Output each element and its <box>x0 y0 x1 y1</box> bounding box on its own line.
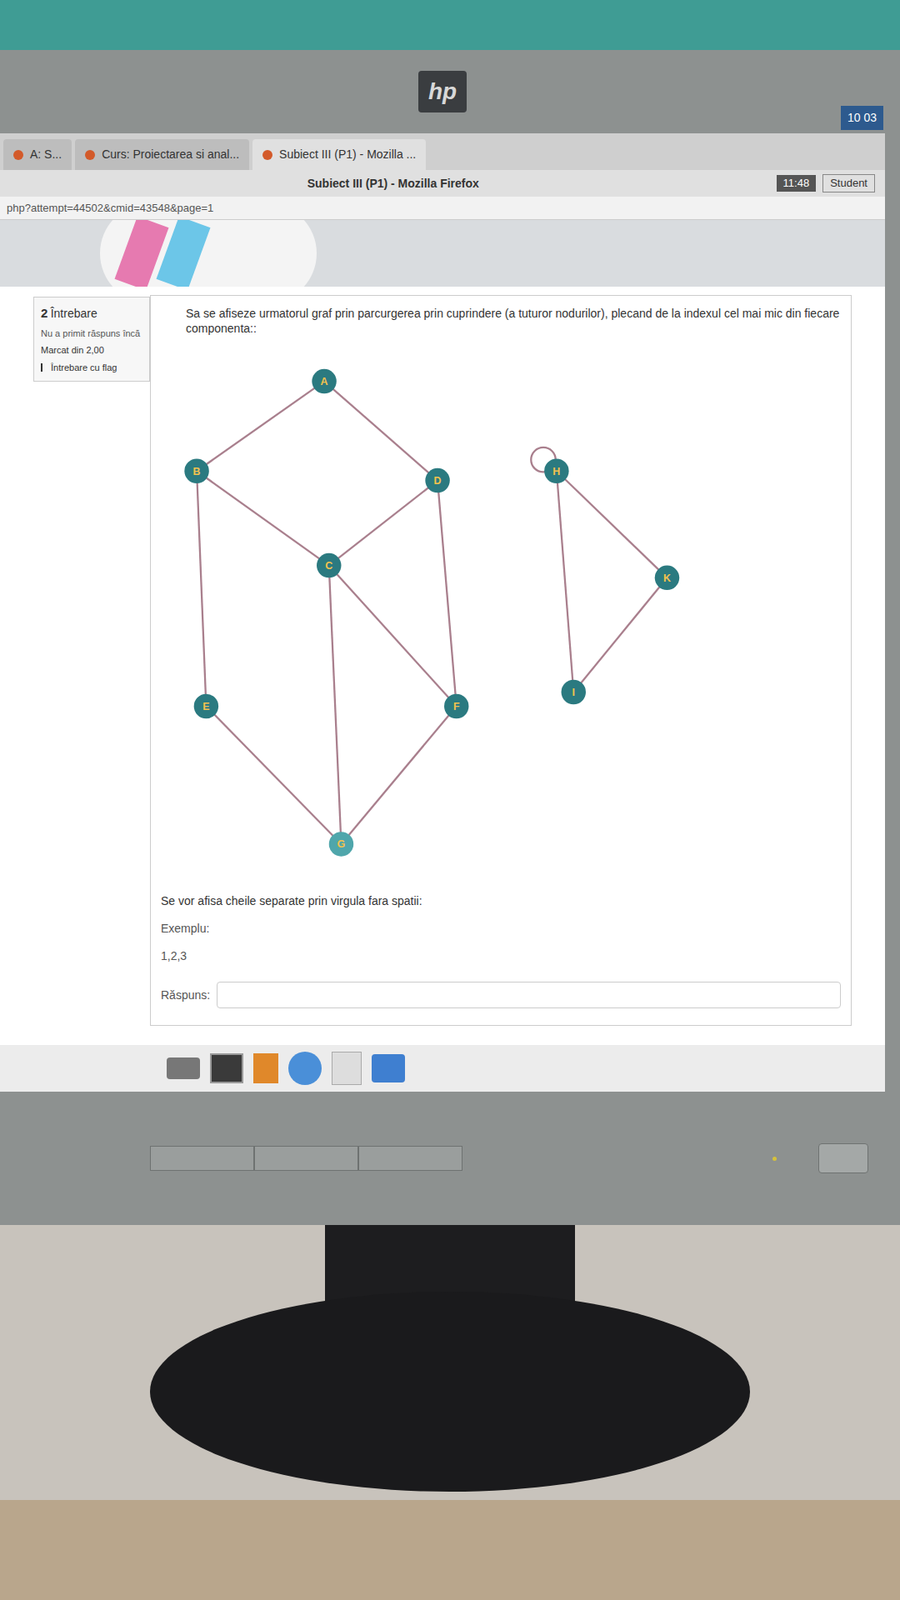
question-text: Sa se afiseze urmatorul graf prin parcur… <box>160 305 841 336</box>
svg-text:H: H <box>552 465 560 478</box>
taskbar <box>0 1045 885 1092</box>
title-bar: Subiect III (P1) - Mozilla Firefox11:48 S… <box>0 170 885 197</box>
flag-icon <box>40 363 48 372</box>
graph-node: H <box>544 459 569 484</box>
graph-edge <box>556 471 668 579</box>
firefox-icon <box>85 150 95 160</box>
clock: 11:48 <box>776 175 817 192</box>
graph-edge <box>196 381 325 472</box>
graph-node: K <box>655 565 680 590</box>
graph-edge <box>329 565 457 707</box>
graph-node: F <box>444 694 469 719</box>
brand-logo: hp <box>418 70 467 113</box>
graph-edge <box>329 480 438 566</box>
window-title: Subiect III (P1) - Mozilla Firefox <box>10 175 777 193</box>
example: 1,2,3 <box>160 947 841 965</box>
page-banner <box>0 220 885 287</box>
graph-edge <box>556 471 574 693</box>
graph-edge <box>329 565 342 845</box>
browser-tab[interactable]: Subiect III (P1) - Mozilla ... <box>252 139 426 170</box>
graph-node: D <box>425 468 450 493</box>
flag-button[interactable]: Întrebare cu flag <box>40 360 143 375</box>
folder-icon[interactable] <box>371 1054 405 1083</box>
answer-label: Răspuns: <box>160 986 210 1005</box>
search-icon[interactable] <box>331 1051 362 1085</box>
power-led-icon <box>772 1156 777 1161</box>
corner-badge: 10 03 <box>840 105 884 130</box>
svg-text:K: K <box>663 572 671 585</box>
graph-edge <box>196 471 206 707</box>
page-content: 2 ÎntrebareNu a primit răspuns încăMarca… <box>0 286 885 1045</box>
user-label: Student <box>822 174 875 193</box>
monitor-button[interactable] <box>254 1145 359 1171</box>
graph-node: B <box>184 459 209 484</box>
svg-text:B: B <box>193 465 201 478</box>
desktop-icon[interactable] <box>166 1057 200 1080</box>
url-bar[interactable]: php?attempt=44502&cmid=43548&page=1 <box>0 196 885 220</box>
example-label: Exemplu: <box>160 920 841 938</box>
browser-tab[interactable]: Curs: Proiectarea si anal... <box>75 139 250 170</box>
screen: A: S...Curs: Proiectarea si anal...Subie… <box>0 133 885 1092</box>
firefox-icon <box>13 150 24 160</box>
graph-node: E <box>194 694 219 719</box>
question-box: Sa se afiseze urmatorul graf prin parcur… <box>150 295 852 1026</box>
monitor: hp 10 03 A: S...Curs: Proiectarea si anal.… <box>0 50 900 1225</box>
graph-node: I <box>561 680 586 705</box>
graph-node: C <box>316 553 341 578</box>
tab-bar: A: S...Curs: Proiectarea si anal...Subie… <box>0 133 885 170</box>
graph-edge <box>205 706 341 845</box>
desk-surface <box>0 1500 900 1600</box>
svg-text:F: F <box>453 700 460 713</box>
svg-text:G: G <box>337 839 346 851</box>
monitor-button[interactable] <box>150 1145 255 1171</box>
answer-field[interactable] <box>216 981 841 1009</box>
terminal-icon[interactable] <box>210 1053 244 1084</box>
monitor-button[interactable] <box>358 1145 463 1171</box>
graph-edge <box>196 471 330 566</box>
question-info: 2 ÎntrebareNu a primit răspuns încăMarca… <box>33 296 150 382</box>
firefox-icon <box>262 150 273 160</box>
desk-area <box>0 1225 900 1600</box>
power-button[interactable] <box>818 1143 869 1174</box>
bezel-top: hp 10 03 <box>0 50 885 134</box>
svg-text:C: C <box>325 560 333 573</box>
svg-text:I: I <box>572 686 575 699</box>
browser-icon[interactable] <box>288 1051 322 1085</box>
svg-text:E: E <box>202 700 210 713</box>
instructions: Se vor afisa cheile separate prin virgul… <box>160 892 841 910</box>
graph-edge <box>324 381 438 481</box>
monitor-base <box>150 1291 750 1492</box>
browser-tab[interactable]: A: S... <box>3 139 72 170</box>
graph-edge <box>340 706 456 845</box>
svg-text:A: A <box>320 376 329 389</box>
bezel-bottom <box>0 1091 885 1225</box>
graph-edge <box>437 480 457 707</box>
graph-node: G <box>329 832 354 857</box>
graph-diagram: A B D C E F G H K I <box>160 335 841 886</box>
notes-icon[interactable] <box>253 1053 279 1084</box>
window-background <box>0 0 900 50</box>
graph-node: A <box>311 369 336 394</box>
graph-edge <box>573 578 667 693</box>
svg-text:D: D <box>434 475 442 488</box>
photo-scene: hp 10 03 A: S...Curs: Proiectarea si anal.… <box>0 0 900 1600</box>
